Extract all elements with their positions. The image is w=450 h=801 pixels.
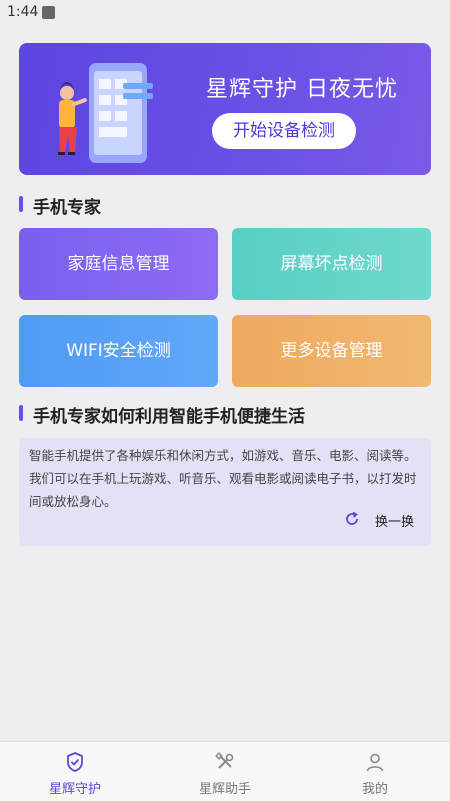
section-expert-header: 手机专家 — [19, 194, 219, 218]
status-bar: 1:44 — [0, 0, 450, 26]
bottom-tab-bar: 星辉守护 星辉助手 我的 — [0, 741, 450, 801]
tab-mine[interactable]: 我的 — [300, 742, 450, 801]
hero-banner: 星辉守护 日夜无忧 开始设备检测 — [19, 43, 431, 175]
tab-assistant-label: 星辉助手 — [198, 782, 251, 797]
refresh-icon[interactable] — [344, 511, 360, 527]
shield-check-icon — [67, 752, 83, 772]
section-accent-bar — [19, 196, 23, 212]
tab-assistant[interactable]: 星辉助手 — [150, 742, 300, 801]
tab-mine-label: 我的 — [361, 782, 388, 797]
tools-icon — [215, 752, 234, 769]
refresh-button[interactable]: 换一换 — [375, 511, 414, 530]
start-device-check-button[interactable]: 开始设备检测 — [212, 113, 356, 149]
section-article-title: 手机专家如何利用智能手机便捷生活 — [33, 407, 305, 427]
notification-icon — [42, 6, 55, 19]
section-accent-bar — [19, 405, 23, 421]
status-time: 1:44 — [7, 4, 39, 20]
section-article-header: 手机专家如何利用智能手机便捷生活 — [19, 403, 431, 427]
family-info-card[interactable]: 家庭信息管理 — [19, 228, 218, 300]
more-devices-card[interactable]: 更多设备管理 — [232, 315, 431, 387]
wifi-security-card[interactable]: WIFI安全检测 — [19, 315, 218, 387]
banner-title: 星辉守护 日夜无忧 — [206, 77, 398, 102]
phone-illustration — [58, 63, 153, 163]
user-icon — [366, 753, 384, 772]
article-card: 智能手机提供了各种娱乐和休闲方式，如游戏、音乐、电影、阅读等。我们可以在手机上玩… — [19, 438, 431, 546]
screen-dead-pixel-card[interactable]: 屏幕坏点检测 — [232, 228, 431, 300]
tab-guard-label: 星辉守护 — [48, 782, 101, 797]
tab-guard[interactable]: 星辉守护 — [0, 742, 150, 801]
article-text: 智能手机提供了各种娱乐和休闲方式，如游戏、音乐、电影、阅读等。我们可以在手机上玩… — [29, 448, 417, 509]
section-expert-title: 手机专家 — [33, 198, 101, 218]
